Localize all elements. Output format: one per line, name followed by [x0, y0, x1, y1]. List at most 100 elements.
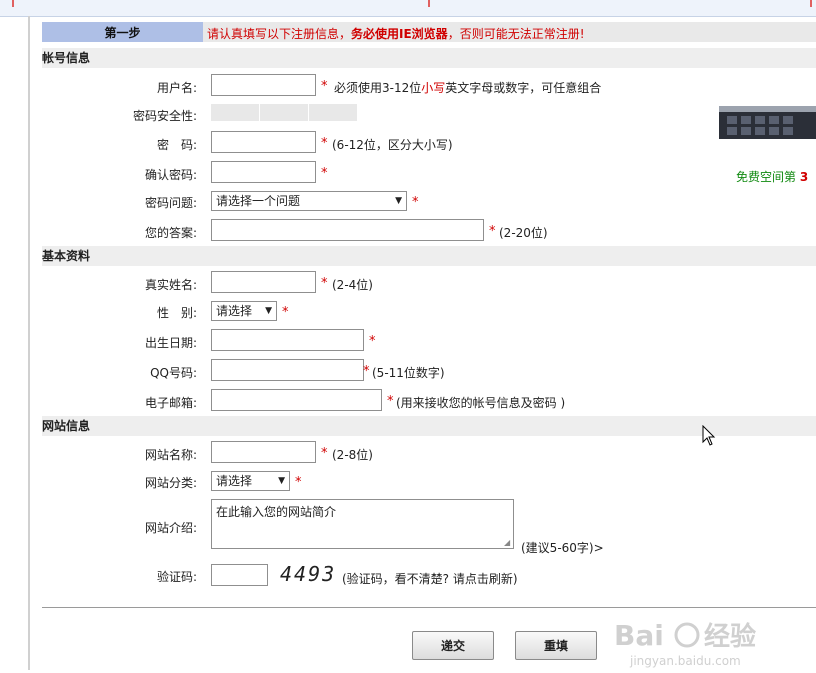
- section-title: 基本资料: [42, 249, 91, 263]
- svg-text:Bai: Bai: [614, 619, 664, 652]
- required-mark: *: [489, 224, 496, 239]
- promo-text[interactable]: 免费空间第 3: [736, 168, 808, 185]
- dropdown-arrow-icon: ▼: [278, 476, 285, 486]
- captcha-label: 验证码:: [156, 570, 197, 584]
- section-title: 网站信息: [42, 419, 91, 433]
- required-mark: *: [321, 446, 328, 461]
- sitename-input[interactable]: [211, 441, 316, 463]
- category-label: 网站分类:: [144, 476, 197, 490]
- confirm-label: 确认密码:: [144, 168, 197, 182]
- left-frame-border: [28, 16, 30, 670]
- password-hint: (6-12位，区分大小写): [332, 138, 453, 152]
- captcha-hint[interactable]: (验证码，看不清楚? 请点击刷新): [342, 570, 518, 587]
- question-select[interactable]: 请选择一个问题 ▼: [211, 191, 407, 211]
- realname-label: 真实姓名:: [144, 278, 197, 292]
- question-label: 密码问题:: [144, 196, 197, 210]
- captcha-input[interactable]: [211, 564, 268, 586]
- strength-seg: [260, 104, 309, 121]
- server-bay: [727, 127, 737, 135]
- server-bay: [783, 127, 793, 135]
- svg-text:经验: 经验: [704, 621, 756, 652]
- notice-text-end: ，否则可能无法正常注册!: [447, 27, 585, 41]
- server-bay: [741, 116, 751, 124]
- top-mark: [810, 0, 812, 7]
- intro-label: 网站介绍:: [144, 521, 197, 535]
- strength-seg: [309, 104, 358, 121]
- section-title: 帐号信息: [42, 51, 91, 65]
- username-input[interactable]: [211, 74, 316, 96]
- pwd-strength-label: 密码安全性:: [132, 109, 197, 123]
- required-mark: *: [321, 276, 328, 291]
- form-divider: [42, 607, 816, 608]
- qq-input[interactable]: [211, 359, 364, 381]
- email-input[interactable]: [211, 389, 382, 411]
- username-hint: 必须使用3-12位小写英文字母或数字，可任意组合: [334, 79, 601, 96]
- section-account: 帐号信息: [42, 48, 816, 68]
- notice-bold: 务必使用IE浏览器: [351, 27, 448, 41]
- password-input[interactable]: [211, 131, 316, 153]
- gender-selected: 请选择: [216, 304, 253, 318]
- server-bay: [755, 116, 765, 124]
- hint-text: 必须使用3-12位: [334, 81, 422, 95]
- step-label: 第一步: [42, 22, 203, 42]
- reset-button[interactable]: 重填: [515, 631, 597, 660]
- username-label: 用户名:: [156, 81, 197, 95]
- server-bay: [741, 127, 751, 135]
- pwd-strength-meter: [211, 104, 358, 121]
- promo-label: 免费空间第: [736, 170, 797, 184]
- resize-handle-icon[interactable]: ◢: [504, 539, 512, 547]
- required-mark: *: [295, 475, 302, 490]
- gender-label: 性 别:: [156, 306, 197, 320]
- top-mark: [12, 0, 14, 7]
- required-mark: *: [363, 364, 370, 379]
- top-mark: [428, 0, 430, 7]
- baidu-jingyan-watermark: Bai 经验 jingyan.baidu.com: [612, 615, 812, 673]
- mouse-cursor-icon: [702, 425, 716, 446]
- answer-input[interactable]: [211, 219, 484, 241]
- hint-red: 小写: [421, 81, 446, 95]
- required-mark: *: [369, 334, 376, 349]
- hint-text-end: 英文字母或数字，可任意组合: [445, 81, 602, 95]
- intro-textarea[interactable]: 在此输入您的网站简介 ◢: [211, 499, 514, 549]
- promo-number: 3: [799, 170, 809, 184]
- required-mark: *: [412, 195, 419, 210]
- email-label: 电子邮箱:: [144, 396, 197, 410]
- watermark-logo-icon: Bai 经验 jingyan.baidu.com: [614, 619, 756, 668]
- server-image[interactable]: [719, 106, 816, 139]
- required-mark: *: [321, 79, 328, 94]
- required-mark: *: [282, 305, 289, 320]
- server-bay: [755, 127, 765, 135]
- section-basic: 基本资料: [42, 246, 816, 266]
- category-selected: 请选择: [216, 474, 253, 488]
- server-bay: [727, 116, 737, 124]
- required-mark: *: [387, 394, 394, 409]
- notice-text: 请认真填写以下注册信息，: [207, 27, 352, 41]
- confirm-password-input[interactable]: [211, 161, 316, 183]
- browser-top-strip: [0, 0, 816, 17]
- svg-text:jingyan.baidu.com: jingyan.baidu.com: [629, 654, 741, 668]
- answer-label: 您的答案:: [144, 226, 197, 240]
- required-mark: *: [321, 166, 328, 181]
- category-select[interactable]: 请选择 ▼: [211, 471, 290, 491]
- server-top: [719, 106, 816, 112]
- password-label: 密 码:: [156, 138, 197, 152]
- realname-hint: (2-4位): [332, 278, 373, 292]
- qq-hint: (5-11位数字): [372, 366, 445, 380]
- realname-input[interactable]: [211, 271, 316, 293]
- server-bay: [783, 116, 793, 124]
- intro-text: 在此输入您的网站简介: [216, 505, 337, 519]
- email-hint: (用来接收您的帐号信息及密码 ): [396, 396, 566, 410]
- strength-seg: [211, 104, 260, 121]
- sitename-label: 网站名称:: [144, 448, 197, 462]
- submit-button[interactable]: 递交: [412, 631, 494, 660]
- birthday-input[interactable]: [211, 329, 364, 351]
- dropdown-arrow-icon: ▼: [265, 306, 272, 316]
- server-bay: [769, 116, 779, 124]
- captcha-image[interactable]: 4493: [280, 562, 336, 586]
- dropdown-arrow-icon: ▼: [395, 196, 402, 206]
- question-selected: 请选择一个问题: [216, 194, 301, 208]
- server-bay: [769, 127, 779, 135]
- gender-select[interactable]: 请选择 ▼: [211, 301, 277, 321]
- answer-hint: (2-20位): [499, 226, 548, 240]
- intro-hint: (建议5-60字)>: [521, 541, 604, 555]
